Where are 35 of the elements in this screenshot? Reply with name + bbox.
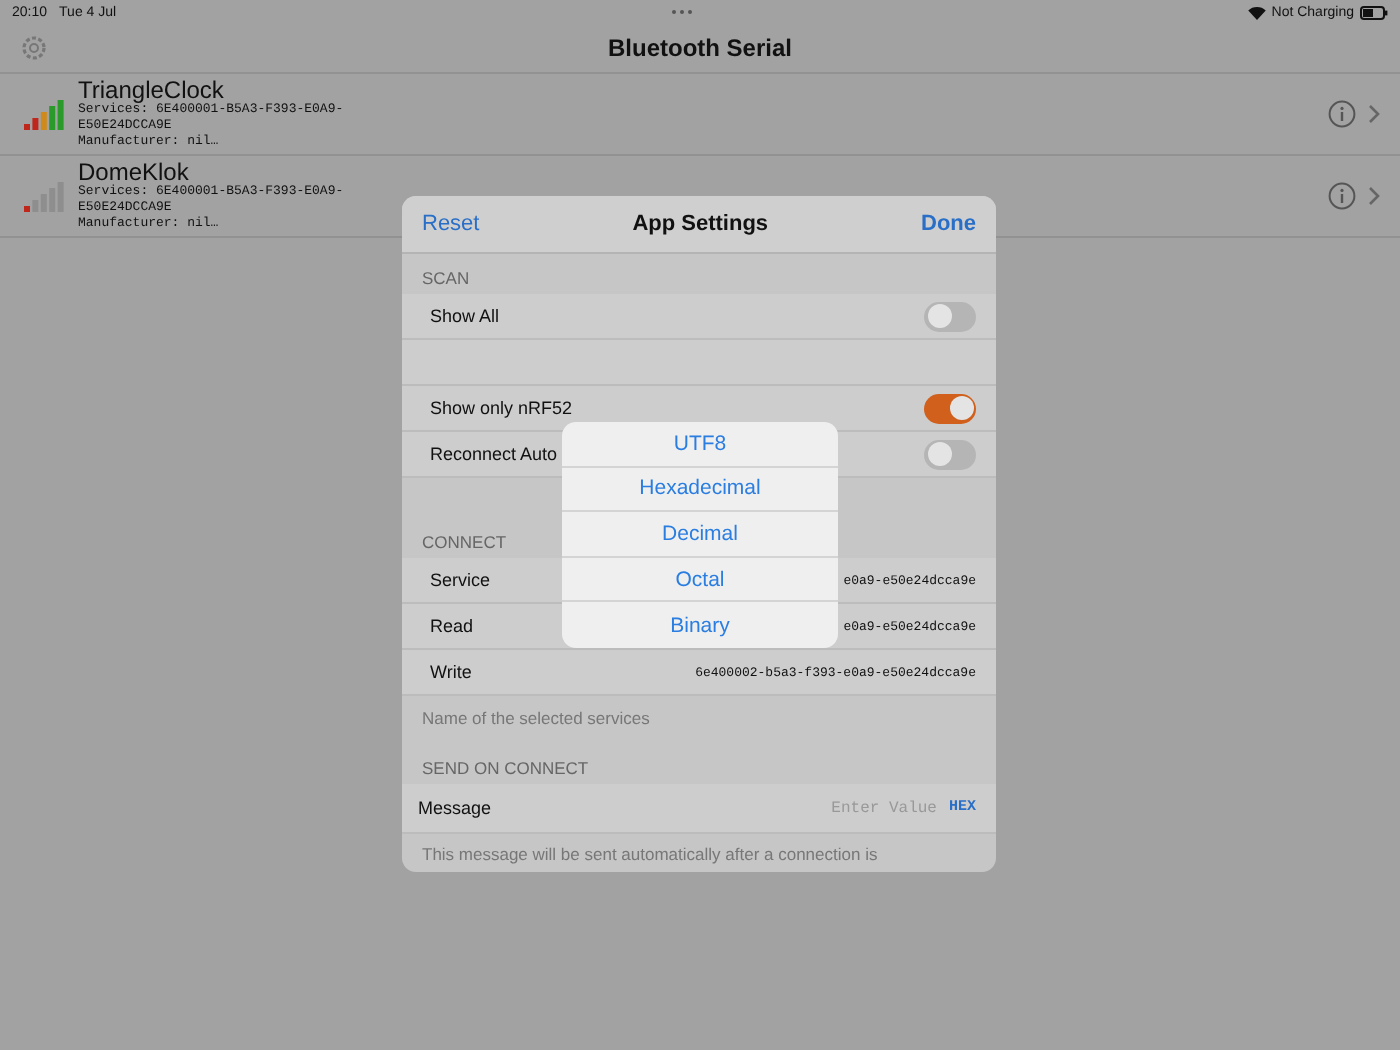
- toggle-switch[interactable]: [924, 301, 976, 331]
- setting-label: Write: [430, 662, 472, 682]
- menu-item[interactable]: Hexadecimal: [562, 467, 838, 513]
- settings-icon[interactable]: [20, 34, 48, 62]
- setting-label: Reconnect Auto: [430, 444, 558, 464]
- section-footer: Name of the selected services: [402, 696, 996, 736]
- section-header: SCAN: [422, 268, 470, 288]
- menu-item[interactable]: Binary: [562, 602, 838, 648]
- setting-label: Service: [430, 570, 491, 590]
- dialog-title: App Settings: [630, 212, 771, 236]
- battery-icon: [1360, 5, 1389, 19]
- message-label: Message: [418, 798, 492, 818]
- setting-label: Show All: [430, 306, 500, 326]
- wifi-icon: [1247, 5, 1266, 19]
- device-name: TriangleClock: [78, 78, 224, 102]
- chevron-icon: [1368, 186, 1380, 206]
- chevron-icon: [1368, 104, 1380, 124]
- toggle-switch[interactable]: [924, 439, 976, 469]
- info-icon[interactable]: [1328, 182, 1356, 210]
- menu-item[interactable]: UTF8: [562, 422, 838, 468]
- signal-bars-icon: [24, 98, 66, 130]
- menu-item[interactable]: Octal: [562, 557, 838, 603]
- setting-label: Read: [430, 616, 474, 636]
- section-footer: This message will be sent automatically after a connection is: [402, 834, 996, 872]
- section-header: CONNECT: [422, 532, 507, 552]
- reset-button[interactable]: Reset: [422, 212, 480, 236]
- section-header: SEND ON CONNECT: [422, 758, 589, 778]
- menu-item[interactable]: Decimal: [562, 512, 838, 558]
- nav-title: Bluetooth Serial: [607, 34, 792, 62]
- toggle-switch[interactable]: [924, 393, 976, 423]
- setting-label: Show only nRF52: [430, 398, 573, 418]
- info-icon[interactable]: [1328, 100, 1356, 128]
- done-button[interactable]: Done: [921, 212, 976, 236]
- signal-bars-icon: [24, 180, 66, 212]
- device-name: DomeKlok: [78, 160, 189, 184]
